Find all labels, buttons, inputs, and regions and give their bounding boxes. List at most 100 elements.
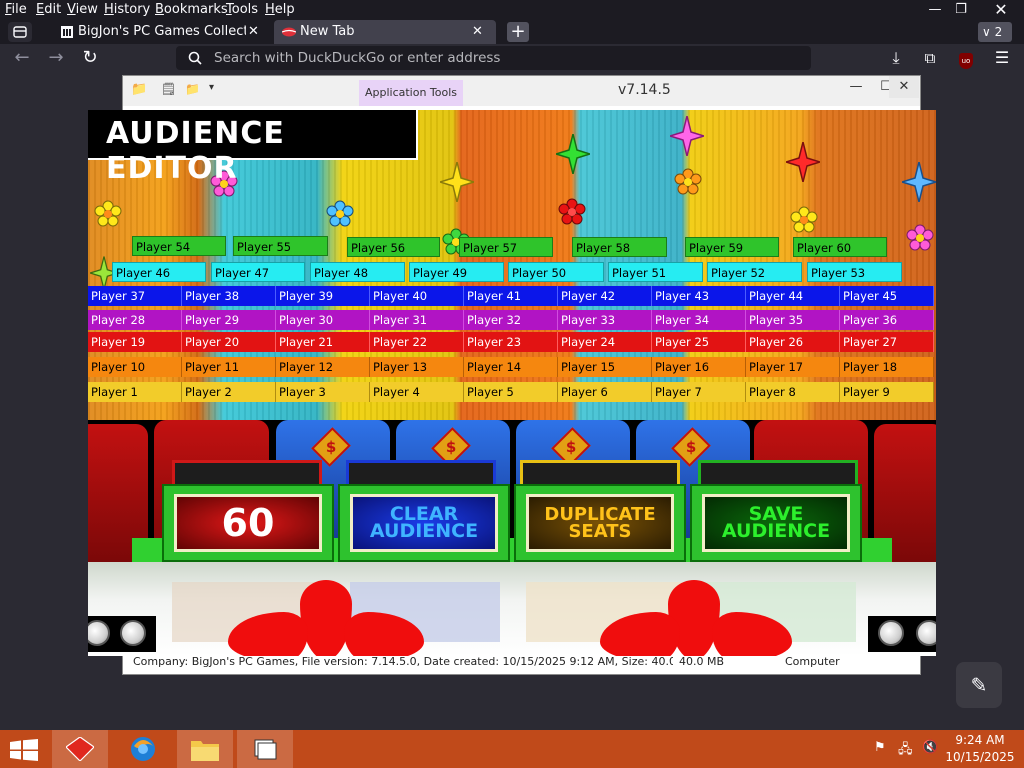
seat-button[interactable]: Player 51 xyxy=(608,262,703,282)
seat-button[interactable]: Player 45 xyxy=(840,286,934,306)
dropdown-icon[interactable]: ▾ xyxy=(209,82,214,93)
menu-edit[interactable]: Edit xyxy=(36,2,61,17)
minimize-icon[interactable]: — xyxy=(841,76,871,98)
seat-button[interactable]: Player 44 xyxy=(746,286,840,306)
application-tools-tab[interactable]: Application Tools xyxy=(359,80,463,106)
seat-button[interactable]: Player 1 xyxy=(88,382,182,402)
seat-button[interactable]: Player 29 xyxy=(182,310,276,330)
seat-button[interactable]: Player 37 xyxy=(88,286,182,306)
seat-button[interactable]: Player 32 xyxy=(464,310,558,330)
flag-icon[interactable]: ⚑ xyxy=(874,740,886,755)
ublock-icon[interactable]: uo xyxy=(954,47,978,69)
seat-button[interactable]: Player 14 xyxy=(464,357,558,377)
seat-button[interactable]: Player 7 xyxy=(652,382,746,402)
menu-history[interactable]: History xyxy=(104,2,150,17)
taskbar-app-browser[interactable] xyxy=(116,730,172,768)
seat-button[interactable]: Player 54 xyxy=(132,236,226,256)
seat-button[interactable]: Player 36 xyxy=(840,310,934,330)
menu-bookmarks[interactable]: Bookmarks xyxy=(155,2,228,17)
seat-button[interactable]: Player 47 xyxy=(211,262,305,282)
taskbar-app-explorer[interactable] xyxy=(177,730,233,768)
tab-bigjon[interactable]: BigJon's PC Games Collection : I ✕ xyxy=(52,20,266,44)
seat-button[interactable]: Player 39 xyxy=(276,286,370,306)
seat-button[interactable]: Player 8 xyxy=(746,382,840,402)
tab-new-tab[interactable]: New Tab ✕ xyxy=(274,20,496,44)
menu-view[interactable]: View xyxy=(67,2,98,17)
seat-button[interactable]: Player 20 xyxy=(182,332,276,352)
seat-button[interactable]: Player 5 xyxy=(464,382,558,402)
menu-file[interactable]: File xyxy=(5,2,27,17)
close-icon[interactable]: ✕ xyxy=(984,0,1018,20)
save-audience-button[interactable]: SAVE AUDIENCE xyxy=(690,484,862,562)
tab-list-button[interactable]: ∨ 2 xyxy=(978,22,1012,42)
seat-button[interactable]: Player 24 xyxy=(558,332,652,352)
seat-button[interactable]: Player 31 xyxy=(370,310,464,330)
seat-button[interactable]: Player 52 xyxy=(707,262,802,282)
download-icon[interactable]: ⤓ xyxy=(884,47,908,69)
duplicate-seats-button[interactable]: DUPLICATE SEATS xyxy=(514,484,686,562)
new-tab-button[interactable]: + xyxy=(507,22,529,42)
network-icon[interactable]: 🖧 xyxy=(898,740,913,762)
seat-button[interactable]: Player 38 xyxy=(182,286,276,306)
seat-button[interactable]: Player 21 xyxy=(276,332,370,352)
back-icon[interactable]: ← xyxy=(10,47,34,69)
seat-button[interactable]: Player 34 xyxy=(652,310,746,330)
seat-button[interactable]: Player 10 xyxy=(88,357,182,377)
taskbar-app-game[interactable] xyxy=(52,730,108,768)
seat-button[interactable]: Player 15 xyxy=(558,357,652,377)
seat-button[interactable]: Player 18 xyxy=(840,357,934,377)
seat-button[interactable]: Player 41 xyxy=(464,286,558,306)
seat-button[interactable]: Player 35 xyxy=(746,310,840,330)
seat-button[interactable]: Player 53 xyxy=(807,262,902,282)
tab-close-icon[interactable]: ✕ xyxy=(248,20,259,44)
extensions-icon[interactable]: ⧉ xyxy=(918,47,942,69)
windows-start-icon[interactable] xyxy=(10,739,38,761)
seat-button[interactable]: Player 57 xyxy=(459,237,553,257)
seat-button[interactable]: Player 28 xyxy=(88,310,182,330)
seat-button[interactable]: Player 26 xyxy=(746,332,840,352)
seat-button[interactable]: Player 42 xyxy=(558,286,652,306)
seat-button[interactable]: Player 59 xyxy=(685,237,779,257)
address-input[interactable] xyxy=(214,49,794,67)
seat-button[interactable]: Player 11 xyxy=(182,357,276,377)
seat-button[interactable]: Player 4 xyxy=(370,382,464,402)
tab-close-icon[interactable]: ✕ xyxy=(472,20,483,44)
seat-button[interactable]: Player 43 xyxy=(652,286,746,306)
menu-tools[interactable]: Tools xyxy=(226,2,258,17)
seat-button[interactable]: Player 9 xyxy=(840,382,934,402)
seat-button[interactable]: Player 55 xyxy=(233,236,328,256)
seat-button[interactable]: Player 58 xyxy=(572,237,667,257)
clock[interactable]: 9:24 AM 10/15/2025 xyxy=(944,732,1016,766)
volume-muted-icon[interactable]: 🔇 xyxy=(922,740,938,755)
seat-button[interactable]: Player 25 xyxy=(652,332,746,352)
explorer-close-icon[interactable]: ✕ xyxy=(889,76,919,98)
seat-button[interactable]: Player 48 xyxy=(310,262,405,282)
seat-button[interactable]: Player 6 xyxy=(558,382,652,402)
seat-button[interactable]: Player 50 xyxy=(508,262,604,282)
menu-help[interactable]: Help xyxy=(265,2,295,17)
seat-button[interactable]: Player 22 xyxy=(370,332,464,352)
seat-button[interactable]: Player 16 xyxy=(652,357,746,377)
seat-button[interactable]: Player 12 xyxy=(276,357,370,377)
seat-button[interactable]: Player 3 xyxy=(276,382,370,402)
seat-button[interactable]: Player 13 xyxy=(370,357,464,377)
url-bar[interactable] xyxy=(176,46,811,70)
seat-button[interactable]: Player 33 xyxy=(558,310,652,330)
edit-pencil-button[interactable]: ✎ xyxy=(956,662,1002,708)
seat-button[interactable]: Player 23 xyxy=(464,332,558,352)
seat-button[interactable]: Player 17 xyxy=(746,357,840,377)
clear-audience-button[interactable]: CLEAR AUDIENCE xyxy=(338,484,510,562)
seat-button[interactable]: Player 2 xyxy=(182,382,276,402)
seat-button[interactable]: Player 30 xyxy=(276,310,370,330)
hamburger-menu-icon[interactable]: ☰ xyxy=(990,47,1014,69)
seat-button[interactable]: Player 49 xyxy=(409,262,504,282)
forward-icon[interactable]: → xyxy=(44,47,68,69)
seat-button[interactable]: Player 19 xyxy=(88,332,182,352)
seat-button[interactable]: Player 46 xyxy=(112,262,206,282)
seat-button[interactable]: Player 56 xyxy=(347,237,440,257)
seat-button[interactable]: Player 40 xyxy=(370,286,464,306)
quick-access-icon[interactable]: 🗒 xyxy=(161,82,176,96)
seat-button[interactable]: Player 27 xyxy=(840,332,934,352)
restore-icon[interactable]: ❐ xyxy=(944,0,978,20)
seat-button[interactable]: Player 60 xyxy=(793,237,887,257)
